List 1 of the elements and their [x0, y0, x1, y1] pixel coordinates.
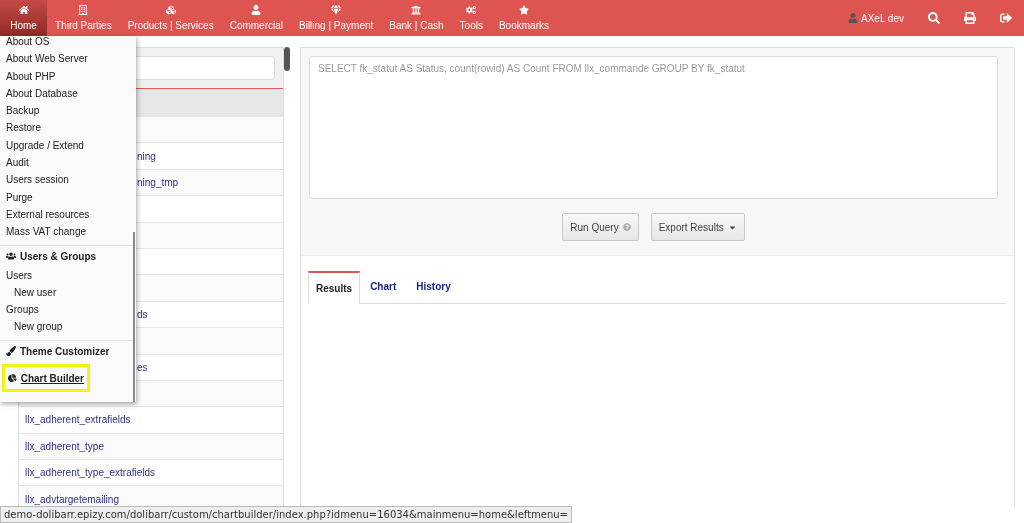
status-bar: demo-dolibarr.epizy.com/dolibarr/custom/chartbuilder/index.php?idmenu=16034&mainmenu=home&leftmenu=	[0, 506, 572, 523]
